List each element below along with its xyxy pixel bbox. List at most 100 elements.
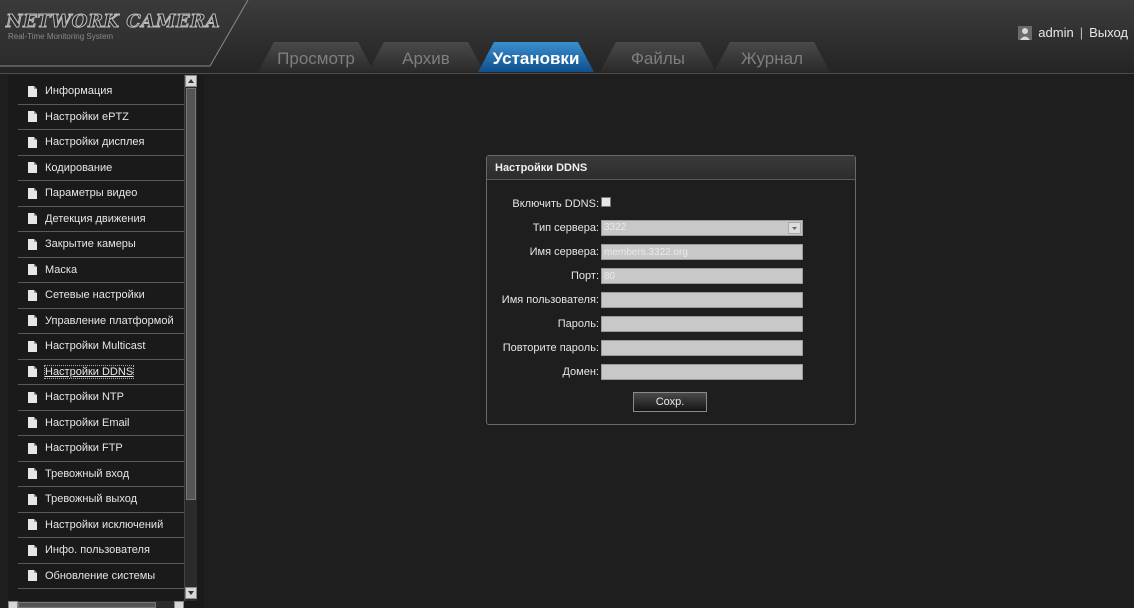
document-icon: [28, 493, 37, 505]
sidebar-item[interactable]: Настройки дисплея: [18, 130, 184, 156]
document-icon: [28, 519, 37, 531]
tab-settings[interactable]: Установки: [478, 42, 594, 72]
chevron-down-icon[interactable]: [788, 222, 801, 234]
document-icon: [28, 136, 37, 148]
panel-title: Настройки DDNS: [487, 156, 855, 180]
sidebar-vertical-scrollbar[interactable]: [184, 75, 197, 601]
document-icon: [28, 213, 37, 225]
document-icon: [28, 544, 37, 556]
tab-log[interactable]: Журнал: [714, 42, 830, 72]
sidebar-item[interactable]: Настройки FTP: [18, 436, 184, 462]
settings-menu: Информация Настройки ePTZ Настройки диспле…: [18, 79, 184, 589]
save-button[interactable]: Сохр.: [633, 392, 707, 412]
document-icon: [28, 111, 37, 123]
confirm-password-label: Повторите пароль:: [502, 342, 599, 354]
document-icon: [28, 442, 37, 454]
sidebar-item[interactable]: Кодирование: [18, 156, 184, 181]
sidebar-item-label: Маска: [45, 263, 78, 276]
sidebar-item[interactable]: Настройки Email: [18, 411, 184, 436]
port-label: Порт:: [571, 270, 599, 282]
sidebar-item-label: Тревожный выход: [45, 493, 138, 506]
document-icon: [28, 289, 37, 301]
port-row: Порт:: [487, 268, 855, 284]
sidebar-item[interactable]: Сетевые настройки: [18, 283, 184, 309]
document-icon: [28, 264, 37, 276]
sidebar-item[interactable]: Настройки ePTZ: [18, 105, 184, 130]
server-type-label: Тип сервера:: [532, 222, 599, 234]
enable-ddns-label: Включить DDNS:: [512, 198, 599, 210]
document-icon: [28, 570, 37, 582]
sidebar-item[interactable]: Управление платформой: [18, 309, 184, 334]
sidebar-item-label: Настройки NTP: [45, 391, 124, 404]
sidebar-item[interactable]: Настройки исключений: [18, 513, 184, 538]
sidebar-item[interactable]: Обновление системы: [18, 564, 184, 589]
username-label: Имя пользователя:: [501, 294, 599, 306]
scroll-up-button[interactable]: [185, 75, 197, 87]
user-icon: [1018, 25, 1033, 40]
sidebar-item[interactable]: Инфо. пользователя: [18, 538, 184, 564]
confirm-password-input[interactable]: [601, 340, 803, 356]
scroll-left-button[interactable]: [8, 601, 18, 608]
tab-archive[interactable]: Архив: [368, 42, 484, 72]
domain-row: Домен:: [487, 364, 855, 380]
sidebar-item-label: Детекция движения: [45, 212, 146, 225]
document-icon: [28, 417, 37, 429]
arrow-up-icon: [188, 79, 194, 83]
server-name-input[interactable]: [601, 244, 803, 260]
server-type-select[interactable]: 3322: [601, 220, 803, 236]
document-icon: [28, 238, 37, 250]
sidebar-item[interactable]: Настройки Multicast: [18, 334, 184, 360]
sidebar-item-label: Настройки DDNS: [43, 364, 135, 379]
arrow-down-icon: [188, 591, 194, 595]
separator: |: [1079, 25, 1084, 40]
scroll-down-button[interactable]: [185, 587, 197, 599]
sidebar-item-label: Управление платформой: [45, 314, 174, 327]
top-header: NETWORK CAMERA Real-Time Monitoring Syst…: [0, 0, 1134, 74]
sidebar-item-label: Сетевые настройки: [45, 289, 145, 302]
password-label: Пароль:: [557, 318, 599, 330]
tab-files[interactable]: Файлы: [600, 42, 716, 72]
sidebar-item-label: Настройки дисплея: [45, 136, 145, 149]
password-input[interactable]: [601, 316, 803, 332]
document-icon: [28, 391, 37, 403]
sidebar-item[interactable]: Информация: [18, 79, 184, 105]
port-input[interactable]: [601, 268, 803, 284]
domain-label: Домен:: [562, 366, 599, 378]
sidebar-item[interactable]: Тревожный вход: [18, 462, 184, 487]
password-row: Пароль:: [487, 316, 855, 332]
server-type-row: Тип сервера: 3322: [487, 220, 855, 236]
sidebar-item-label: Настройки исключений: [45, 518, 164, 531]
server-name-label: Имя сервера:: [529, 246, 599, 258]
enable-ddns-checkbox[interactable]: [601, 197, 611, 207]
sidebar-item[interactable]: Маска: [18, 258, 184, 283]
logout-link[interactable]: Выход: [1089, 25, 1128, 40]
sidebar-item[interactable]: Тревожный выход: [18, 487, 184, 513]
logo-subtitle: Real-Time Monitoring System: [8, 32, 114, 41]
document-icon: [28, 85, 37, 97]
logo-title: NETWORK CAMERA: [5, 11, 221, 33]
domain-input[interactable]: [601, 364, 803, 380]
ddns-settings-panel: Настройки DDNS Включить DDNS: Тип сервер…: [486, 155, 856, 425]
sidebar-item-label: Кодирование: [45, 161, 113, 174]
sidebar-item-label: Настройки ePTZ: [45, 110, 129, 123]
sidebar-item-label: Настройки FTP: [45, 442, 123, 455]
document-icon: [28, 187, 37, 199]
sidebar-item[interactable]: Параметры видео: [18, 181, 184, 207]
sidebar-horizontal-scrollbar[interactable]: [8, 601, 184, 608]
sidebar-item[interactable]: Закрытие камеры: [18, 232, 184, 258]
username-input[interactable]: [601, 292, 803, 308]
tab-preview[interactable]: Просмотр: [258, 42, 374, 72]
enable-ddns-row: Включить DDNS:: [487, 196, 855, 212]
sidebar-item[interactable]: Настройки DDNS: [18, 360, 184, 385]
document-icon: [28, 340, 37, 352]
document-icon: [28, 366, 37, 378]
sidebar-item[interactable]: Детекция движения: [18, 207, 184, 232]
document-icon: [28, 162, 37, 174]
horizontal-scroll-thumb[interactable]: [18, 602, 156, 608]
sidebar-item[interactable]: Настройки NTP: [18, 385, 184, 411]
sidebar-item-label: Обновление системы: [45, 569, 156, 582]
server-type-value: 3322: [604, 222, 627, 233]
scroll-right-button[interactable]: [174, 601, 184, 608]
username: admin: [1038, 25, 1074, 40]
scroll-thumb[interactable]: [186, 88, 196, 500]
